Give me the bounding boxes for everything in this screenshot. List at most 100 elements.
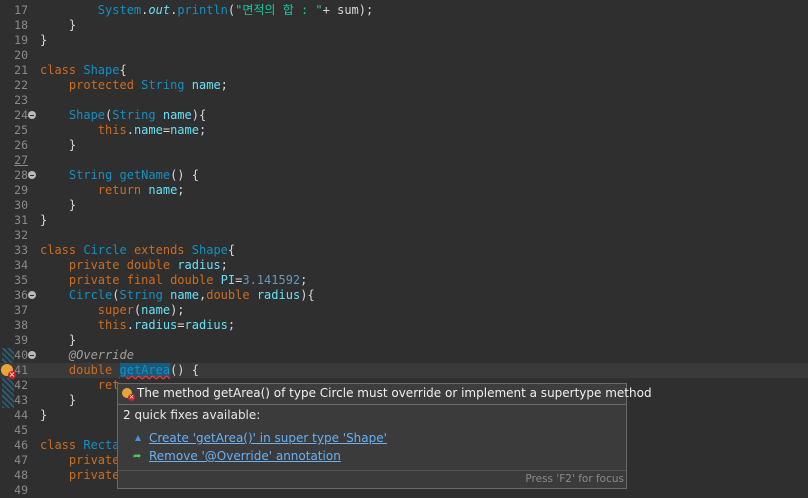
- code-token: =: [177, 318, 185, 332]
- line-number: 26: [14, 138, 28, 152]
- popup-header: The method getArea() of type Circle must…: [118, 384, 652, 405]
- code-text[interactable]: }: [40, 33, 47, 48]
- code-token: out: [148, 3, 171, 17]
- code-text[interactable]: protected String name;: [40, 78, 228, 93]
- code-text[interactable]: Circle(String name,double radius){: [40, 288, 315, 303]
- code-token: ;: [198, 123, 207, 137]
- line-number: 44: [14, 408, 28, 422]
- code-token: .: [126, 123, 134, 137]
- code-line[interactable]: 17 System.out.println("면적의 합 : "+ sum);: [0, 3, 808, 18]
- code-line[interactable]: 22 protected String name;: [0, 78, 808, 93]
- code-token: double: [170, 273, 214, 287]
- code-text[interactable]: }: [40, 408, 47, 423]
- code-token: }: [40, 408, 48, 422]
- code-token: radius: [177, 258, 221, 272]
- line-number: 46: [14, 438, 28, 452]
- code-line[interactable]: 34 private double radius;: [0, 258, 808, 273]
- line-number: 48: [14, 468, 28, 482]
- code-line[interactable]: 39 }: [0, 333, 808, 348]
- fold-collapse-icon[interactable]: [28, 111, 36, 119]
- code-line[interactable]: 20: [0, 48, 808, 63]
- quick-fix-link[interactable]: Remove '@Override' annotation: [149, 449, 341, 463]
- code-text[interactable]: @Override: [40, 348, 134, 363]
- code-token: String: [119, 288, 163, 302]
- code-line[interactable]: 40 @Override: [0, 348, 808, 363]
- fold-collapse-icon[interactable]: [28, 351, 36, 359]
- line-number: 45: [14, 423, 28, 437]
- code-line[interactable]: 23: [0, 93, 808, 108]
- code-text[interactable]: private: [40, 453, 120, 468]
- code-text[interactable]: this.radius=radius;: [40, 318, 235, 333]
- code-token: ;: [177, 183, 185, 197]
- code-text[interactable]: }: [40, 198, 76, 213]
- fold-collapse-icon[interactable]: [28, 171, 36, 179]
- code-text[interactable]: private: [40, 468, 120, 483]
- code-text[interactable]: class Recta: [40, 438, 119, 453]
- code-line[interactable]: 35 private final double PI=3.141592;: [0, 273, 808, 288]
- code-text[interactable]: double getArea() {: [40, 363, 199, 378]
- code-text[interactable]: private double radius;: [40, 258, 228, 273]
- code-token: name: [141, 303, 171, 317]
- code-line[interactable]: 38 this.radius=radius;: [0, 318, 808, 333]
- code-text[interactable]: }: [40, 138, 76, 153]
- code-line[interactable]: 36 Circle(String name,double radius){: [0, 288, 808, 303]
- code-text[interactable]: private final double PI=3.141592;: [40, 273, 307, 288]
- code-text[interactable]: return name;: [40, 183, 185, 198]
- code-text[interactable]: }: [40, 393, 76, 408]
- code-text[interactable]: super(name);: [40, 303, 185, 318]
- code-text[interactable]: class Circle extends Shape{: [40, 243, 235, 258]
- error-marker-icon[interactable]: [1, 364, 16, 379]
- line-number: 19: [14, 33, 28, 47]
- code-text[interactable]: }: [40, 18, 76, 33]
- code-token: @Override: [68, 348, 134, 362]
- code-token: getName: [119, 168, 171, 182]
- code-line[interactable]: 25 this.name=name;: [0, 123, 808, 138]
- code-line[interactable]: 18 }: [0, 18, 808, 33]
- code-line[interactable]: 28 String getName() {: [0, 168, 808, 183]
- code-text[interactable]: }: [40, 333, 76, 348]
- code-text[interactable]: }: [40, 213, 47, 228]
- quick-fix-link[interactable]: Create 'getArea()' in super type 'Shape': [149, 431, 387, 445]
- code-token: radius: [184, 318, 228, 332]
- code-text[interactable]: ret: [40, 378, 120, 393]
- line-number: 27: [14, 153, 28, 167]
- code-token: );: [170, 303, 185, 317]
- line-number: 17: [14, 3, 28, 17]
- code-line[interactable]: 32: [0, 228, 808, 243]
- code-text[interactable]: this.name=name;: [40, 123, 206, 138]
- code-line[interactable]: 37 super(name);: [0, 303, 808, 318]
- code-text[interactable]: Shape(String name){: [40, 108, 206, 123]
- code-line[interactable]: 31}: [0, 213, 808, 228]
- code-line[interactable]: 19}: [0, 33, 808, 48]
- code-line[interactable]: 27: [0, 153, 808, 168]
- code-line[interactable]: 29 return name;: [0, 183, 808, 198]
- code-token: final: [126, 273, 163, 287]
- code-text[interactable]: String getName() {: [40, 168, 199, 183]
- code-line[interactable]: 41 double getArea() {: [0, 363, 808, 379]
- fold-collapse-icon[interactable]: [28, 291, 36, 299]
- line-number: 31: [14, 213, 28, 227]
- code-token: {: [119, 63, 127, 77]
- code-token: "면적의 합 : ": [235, 3, 323, 17]
- code-token: }: [40, 198, 77, 212]
- code-line[interactable]: 26 }: [0, 138, 808, 153]
- line-number: 38: [14, 318, 28, 332]
- code-line[interactable]: 24 Shape(String name){: [0, 108, 808, 123]
- code-text[interactable]: System.out.println("면적의 합 : "+ sum);: [40, 3, 373, 18]
- code-line[interactable]: 30 }: [0, 198, 808, 213]
- code-line[interactable]: 21 class Shape{: [0, 63, 808, 78]
- code-text[interactable]: class Shape{: [40, 63, 127, 78]
- code-line[interactable]: 33 class Circle extends Shape{: [0, 243, 808, 258]
- remove-annotation-icon: ➦: [133, 451, 142, 462]
- quick-fix-count: 2 quick fixes available:: [123, 408, 261, 422]
- quick-fix-popup[interactable]: The method getArea() of type Circle must…: [117, 383, 652, 489]
- code-token: radius: [133, 318, 178, 332]
